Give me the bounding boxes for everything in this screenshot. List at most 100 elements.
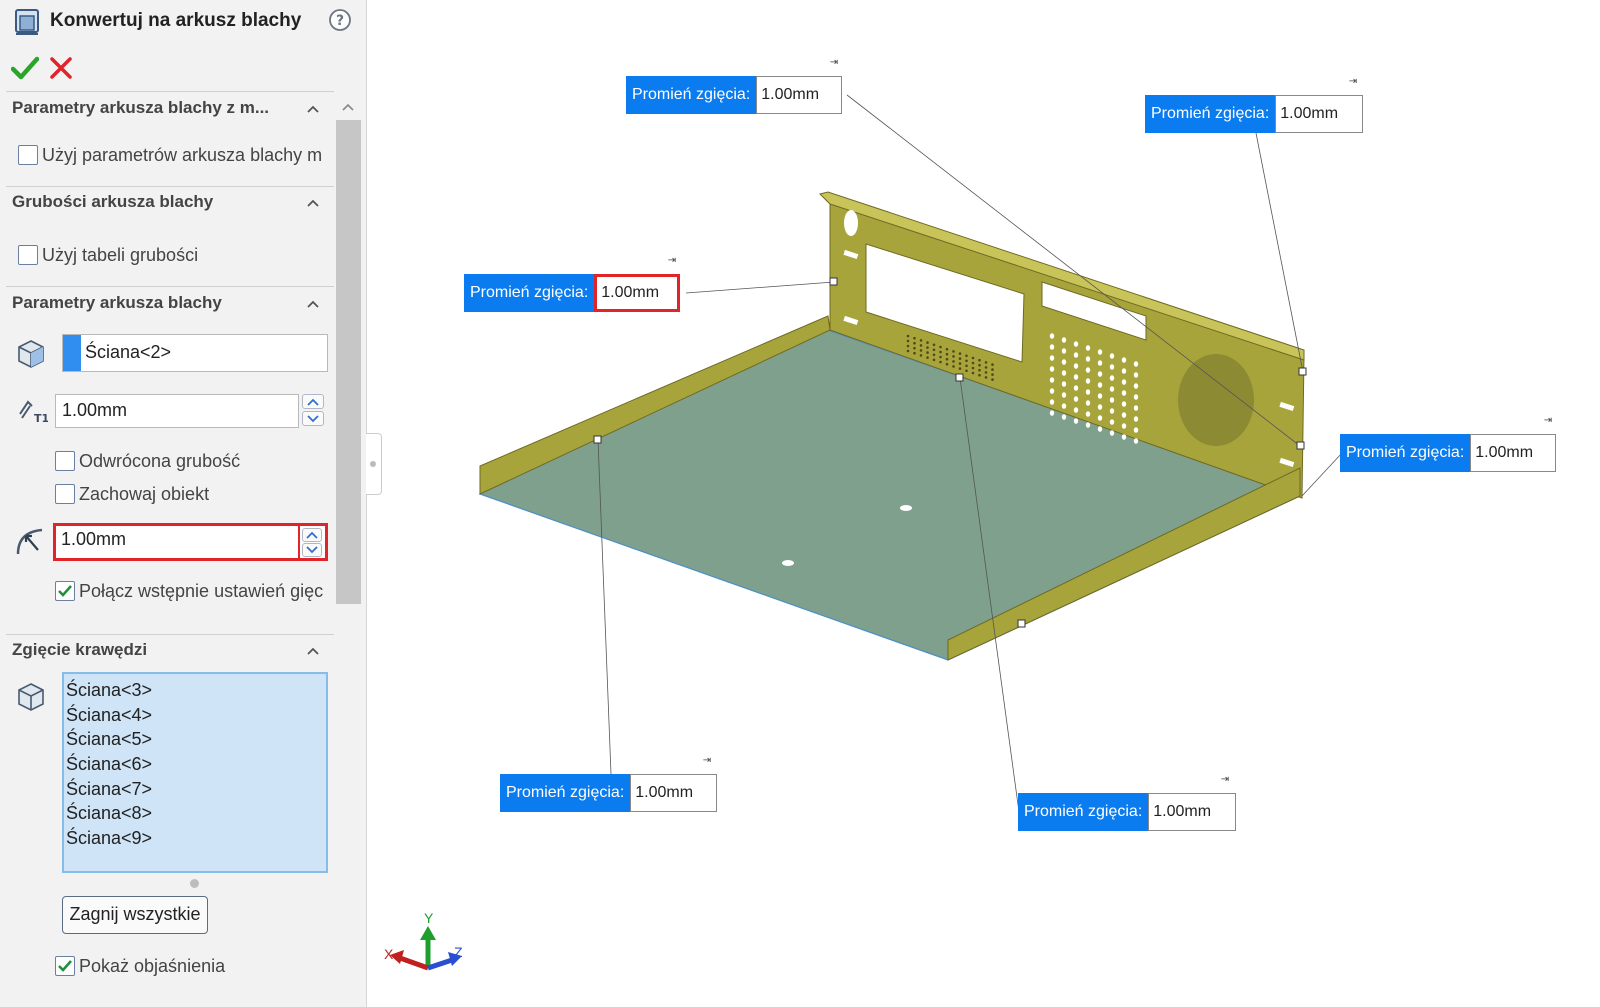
perforation-hole <box>971 371 975 375</box>
perforation-hole <box>913 341 916 345</box>
callout-label: Promień zgięcia: <box>464 274 595 312</box>
chevron-up-icon[interactable] <box>306 102 320 116</box>
divider <box>6 186 334 187</box>
ok-checkmark-icon[interactable] <box>10 55 40 81</box>
bend-radius-callout-selected[interactable]: Promień zgięcia: 1.00mm <box>464 274 681 312</box>
section-header-edge-bends[interactable]: Zgięcie krawędzi <box>12 640 147 660</box>
scrollbar-thumb[interactable] <box>336 120 361 604</box>
help-icon[interactable]: ? <box>328 8 352 32</box>
perforation-hole <box>919 354 923 357</box>
bend-radius-input[interactable]: 1.00mm <box>53 523 301 561</box>
use-mold-params-checkbox[interactable] <box>18 145 38 165</box>
perforation-hole <box>945 352 949 356</box>
list-resize-handle[interactable] <box>190 879 199 888</box>
list-item[interactable]: Ściana<5> <box>66 727 324 752</box>
perforation-hole <box>952 355 955 358</box>
perforation-hole <box>1121 401 1127 407</box>
spin-down-icon[interactable] <box>302 543 322 557</box>
bend-radius-callout[interactable]: Promień zgięcia: 1.00mm <box>626 76 843 114</box>
section-header-sheet-params[interactable]: Parametry arkusza blachy <box>12 293 222 313</box>
svg-text:T1: T1 <box>34 412 48 425</box>
bend-radius-callout[interactable]: Promień zgięcia: 1.00mm <box>1145 95 1364 133</box>
perforation-hole <box>939 345 942 349</box>
pin-icon[interactable]: ⇥ <box>1218 774 1232 788</box>
perforation-hole <box>1085 378 1091 384</box>
show-callouts-checkbox[interactable] <box>55 956 75 976</box>
perforation-hole <box>1133 372 1139 378</box>
merge-preset-checkbox[interactable] <box>55 581 75 601</box>
perforation-hole <box>939 355 942 359</box>
fold-all-button[interactable]: Zagnij wszystkie <box>62 896 208 934</box>
perforation-hole <box>913 346 916 350</box>
section-header-mold-params[interactable]: Parametry arkusza blachy z m... <box>12 98 269 118</box>
perforation-hole <box>1109 397 1115 403</box>
cancel-x-icon[interactable] <box>49 56 73 80</box>
perforation-hole <box>1049 333 1055 339</box>
spin-up-icon[interactable] <box>302 394 324 409</box>
edge-faces-list[interactable]: Ściana<3> Ściana<4> Ściana<5> Ściana<6> … <box>62 672 328 873</box>
list-item[interactable]: Ściana<9> <box>66 826 324 851</box>
perforation-hole <box>906 334 910 338</box>
perforation-hole <box>1049 399 1055 405</box>
section-header-gauges[interactable]: Grubości arkusza blachy <box>12 192 213 212</box>
perforation-hole <box>939 360 942 364</box>
thickness-spinner[interactable] <box>302 394 326 428</box>
sheet-metal-model <box>390 94 1343 971</box>
thickness-icon: T1 <box>16 396 49 426</box>
callout-label: Promień zgięcia: <box>1145 95 1276 133</box>
list-item[interactable]: Ściana<6> <box>66 752 324 777</box>
perforation-hole <box>1121 379 1127 385</box>
list-item[interactable]: Ściana<3> <box>66 678 324 703</box>
perforation-hole <box>1061 414 1067 420</box>
perforation-hole <box>971 366 975 370</box>
svg-text:?: ? <box>336 13 344 29</box>
scroll-up-icon[interactable] <box>341 100 355 112</box>
chevron-up-icon[interactable] <box>306 297 320 311</box>
perforation-hole <box>991 373 994 376</box>
divider <box>6 91 334 92</box>
keep-body-label: Zachowaj obiekt <box>79 484 210 504</box>
list-item[interactable]: Ściana<4> <box>66 703 324 728</box>
perforation-hole <box>1121 412 1127 418</box>
perforation-hole <box>1085 356 1091 362</box>
bend-radius-callout[interactable]: Promień zgięcia: 1.00mm <box>500 774 718 812</box>
callout-value[interactable]: 1.00mm <box>1470 434 1557 472</box>
bend-radius-callout[interactable]: Promień zgięcia: 1.00mm <box>1018 793 1237 831</box>
perforation-hole <box>965 354 968 358</box>
chevron-up-icon[interactable] <box>306 644 320 658</box>
perforation-hole <box>1073 407 1079 413</box>
callout-value[interactable]: 1.00mm <box>1148 793 1237 831</box>
perforation-hole <box>1121 390 1127 396</box>
perforation-hole <box>1049 344 1055 350</box>
use-gauge-table-checkbox[interactable] <box>18 245 38 265</box>
pin-icon[interactable]: ⇥ <box>700 755 714 769</box>
perforation-hole <box>1049 366 1055 372</box>
pin-icon[interactable]: ⇥ <box>827 57 841 71</box>
callout-value[interactable]: 1.00mm <box>756 76 843 114</box>
chevron-up-icon[interactable] <box>306 196 320 210</box>
bend-radius-spinner[interactable] <box>300 523 328 561</box>
thickness-input[interactable]: 1.00mm <box>55 394 299 428</box>
spin-down-icon[interactable] <box>302 411 324 426</box>
perforation-hole <box>1133 361 1139 367</box>
pin-icon[interactable]: ⇥ <box>1541 415 1555 429</box>
perforation-hole <box>1121 357 1127 363</box>
callout-value[interactable]: 1.00mm <box>630 774 718 812</box>
bend-radius-callout[interactable]: Promień zgięcia: 1.00mm <box>1340 434 1557 472</box>
perforation-hole <box>919 349 923 352</box>
graphics-viewport[interactable]: Y X Z Promień zgięcia: 1.00mm ⇥ Promień … <box>368 0 1600 1007</box>
pin-icon[interactable]: ⇥ <box>1346 76 1360 90</box>
fixed-face-field[interactable]: Ściana<2> <box>62 334 328 372</box>
list-item[interactable]: Ściana<8> <box>66 801 324 826</box>
triad-z-label: Z <box>454 944 463 960</box>
callout-value[interactable]: 1.00mm <box>1275 95 1364 133</box>
perforation-hole <box>1061 337 1067 343</box>
perforation-hole <box>1061 381 1067 387</box>
reverse-thickness-checkbox[interactable] <box>55 451 75 471</box>
keep-body-checkbox[interactable] <box>55 484 75 504</box>
spin-up-icon[interactable] <box>302 528 322 542</box>
perforation-hole <box>958 357 962 360</box>
pin-icon[interactable]: ⇥ <box>665 255 679 269</box>
list-item[interactable]: Ściana<7> <box>66 777 324 802</box>
callout-value[interactable]: 1.00mm <box>594 274 681 312</box>
